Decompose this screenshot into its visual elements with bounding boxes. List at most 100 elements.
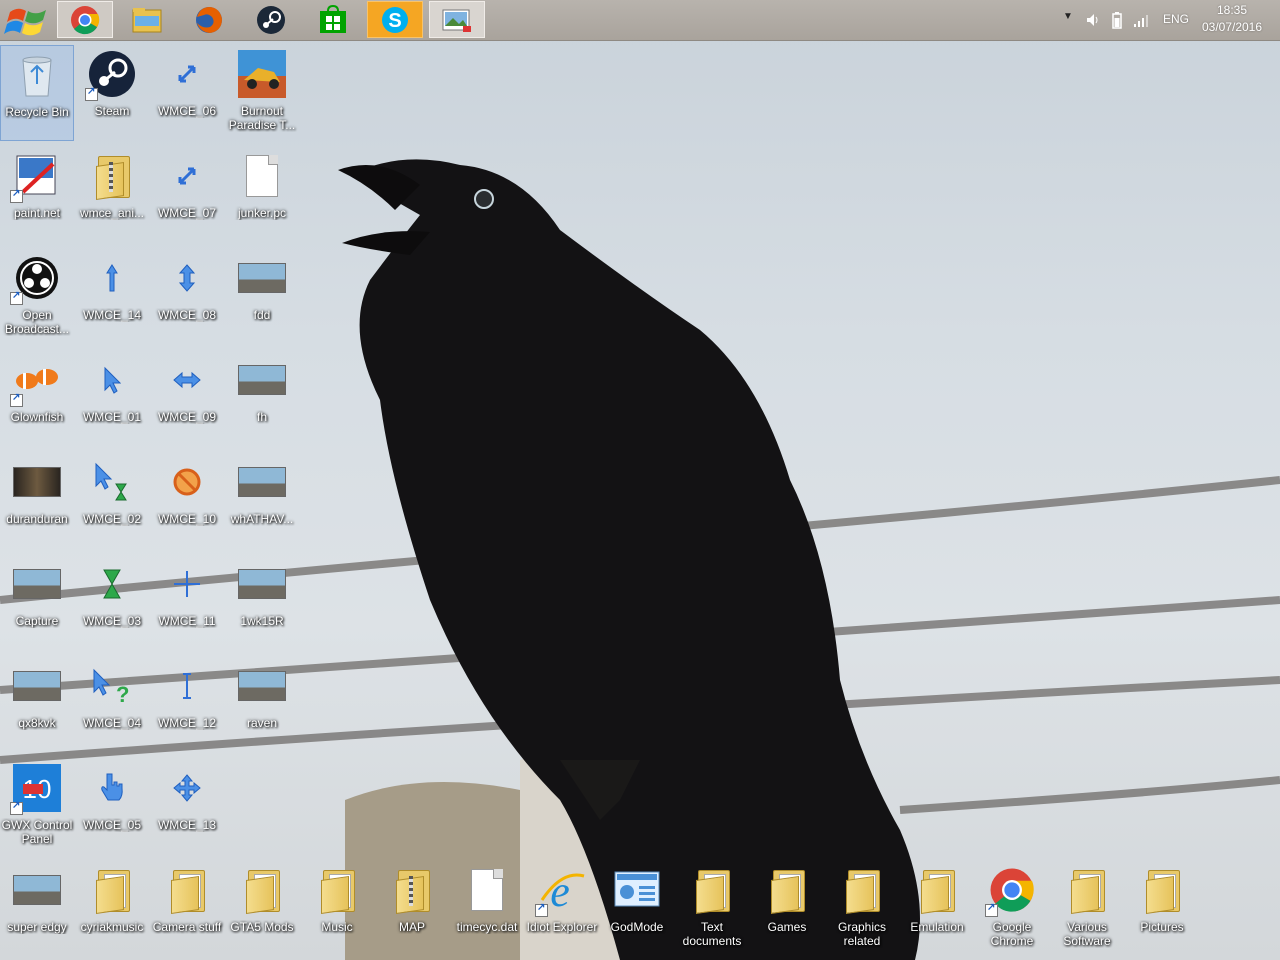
- desktop-icon-label: WMCE_09: [157, 410, 216, 424]
- desktop-icon-label: WMCE_04: [82, 716, 141, 730]
- desktop-icon-gta5-mods[interactable]: GTA5 Mods: [225, 861, 299, 957]
- desktop-icon-wmce-07[interactable]: WMCE_07: [150, 147, 224, 243]
- desktop-icon-wmce-12[interactable]: WMCE_12: [150, 657, 224, 753]
- taskbar-chrome-button[interactable]: [57, 1, 113, 38]
- desktop-icon-gwx-control-panel[interactable]: 10 GWX Control Panel: [0, 759, 74, 855]
- shortcut-arrow-icon: [985, 902, 998, 917]
- internet-explorer-icon: e: [535, 865, 587, 917]
- desktop-icon-wmce-05[interactable]: WMCE_05: [75, 759, 149, 855]
- desktop-icon-label: WMCE_02: [82, 512, 141, 526]
- desktop-icon-idiot-explorer[interactable]: e Idiot Explorer: [525, 861, 599, 957]
- desktop-icon-open-broadcast[interactable]: Open Broadcast...: [0, 249, 74, 345]
- desktop-icon-label: Emulation: [910, 920, 964, 934]
- desktop-icon-label: timecyc.dat: [456, 920, 518, 934]
- desktop-icon-wmce-09[interactable]: WMCE_09: [150, 351, 224, 447]
- desktop-icon-games[interactable]: Games: [750, 861, 824, 957]
- desktop-icon-fdd[interactable]: fdd: [225, 249, 299, 345]
- desktop-icon-text-documents[interactable]: Text documents: [675, 861, 749, 957]
- desktop-icon-wmce-03[interactable]: WMCE_03: [75, 555, 149, 651]
- folder-icon: [1137, 865, 1187, 915]
- chrome-icon: [71, 5, 100, 34]
- taskbar-store-button[interactable]: [305, 1, 361, 38]
- desktop-icon-google-chrome[interactable]: Google Chrome: [975, 861, 1049, 957]
- battery-icon[interactable]: [1109, 11, 1125, 29]
- arrow-cursor-icon: [87, 355, 137, 405]
- desktop-icon-label: Open Broadcast...: [4, 308, 70, 336]
- start-button[interactable]: [4, 2, 52, 38]
- desktop-icon-godmode[interactable]: GodMode: [600, 861, 674, 957]
- clock-time[interactable]: 18:35: [1206, 3, 1258, 17]
- desktop-icon-label: Steam: [94, 104, 130, 118]
- network-signal-icon[interactable]: [1133, 12, 1149, 28]
- desktop-icon-wmce-08[interactable]: WMCE_08: [150, 249, 224, 345]
- desktop-icon-label: Glownfish: [10, 410, 64, 424]
- folder-icon: [1062, 865, 1112, 915]
- desktop-icon-map[interactable]: MAP: [375, 861, 449, 957]
- desktop-icon-cyriakmusic[interactable]: cyriakmusic: [75, 861, 149, 957]
- desktop-icon-duranduran[interactable]: duranduran: [0, 453, 74, 549]
- desktop-icon-paint-net[interactable]: paint.net: [0, 147, 74, 243]
- desktop-icon-graphics-related[interactable]: Graphics related: [825, 861, 899, 957]
- desktop-icon-music[interactable]: Music: [300, 861, 374, 957]
- desktop-icon-camera-stuff[interactable]: Camera stuff: [150, 861, 224, 957]
- desktop-icon-timecyc-dat[interactable]: timecyc.dat: [450, 861, 524, 957]
- diagonal-resize-cursor-icon: [162, 151, 212, 201]
- desktop-icon-recycle-bin[interactable]: Recycle Bin: [0, 45, 74, 141]
- svg-text:e: e: [550, 867, 570, 914]
- desktop-icon-wmce-14[interactable]: WMCE_14: [75, 249, 149, 345]
- taskbar-photos-button[interactable]: [429, 1, 485, 38]
- tray-overflow-chevron-icon[interactable]: ▼: [1063, 11, 1073, 22]
- desktop-icon-wmce-01[interactable]: WMCE_01: [75, 351, 149, 447]
- desktop-icon-wmce-06[interactable]: WMCE_06: [150, 45, 224, 141]
- desktop-icon-label: WMCE_03: [82, 614, 141, 628]
- desktop-icon-label: super edgy: [7, 920, 67, 934]
- desktop-icon-label: Various Software: [1063, 920, 1111, 948]
- desktop-icon-qx8kvk[interactable]: qx8kvk: [0, 657, 74, 753]
- desktop-icon-label: Google Chrome: [990, 920, 1034, 948]
- paintnet-icon: [10, 151, 62, 203]
- file-explorer-icon: [132, 7, 162, 32]
- desktop-icon-label: Camera stuff: [152, 920, 222, 934]
- desktop-icon-wmce-10[interactable]: WMCE_10: [150, 453, 224, 549]
- horizontal-resize-cursor-icon: [162, 355, 212, 405]
- desktop-icon-capture[interactable]: Capture: [0, 555, 74, 651]
- desktop-icon-various-software[interactable]: Various Software: [1050, 861, 1124, 957]
- desktop-icon-wmce-02[interactable]: WMCE_02: [75, 453, 149, 549]
- taskbar-steam-button[interactable]: [243, 1, 299, 38]
- volume-icon[interactable]: [1085, 12, 1101, 28]
- desktop-icon-wmce-04[interactable]: ? WMCE_04: [75, 657, 149, 753]
- desktop-icon-steam[interactable]: Steam: [75, 45, 149, 141]
- desktop-icon-label: qx8kvk: [18, 716, 56, 730]
- desktop-icon-junker-pc[interactable]: junker.pc: [225, 147, 299, 243]
- desktop-icon-raven[interactable]: raven: [225, 657, 299, 753]
- shortcut-arrow-icon: [85, 86, 98, 101]
- desktop-icon-label: Games: [767, 920, 807, 934]
- desktop-icon-emulation[interactable]: Emulation: [900, 861, 974, 957]
- taskbar-firefox-button[interactable]: [181, 1, 237, 38]
- desktop-icon-burnout-paradise-t[interactable]: Burnout Paradise T...: [225, 45, 299, 141]
- desktop-icon-super-edgy[interactable]: super edgy: [0, 861, 74, 957]
- desktop-icon-label: WMCE_06: [157, 104, 216, 118]
- desktop-icon-pictures[interactable]: Pictures: [1125, 861, 1199, 957]
- svg-text:?: ?: [116, 682, 129, 704]
- language-indicator[interactable]: ENG: [1163, 12, 1189, 26]
- desktop-icon-label: WMCE_07: [157, 206, 216, 220]
- desktop-icon-wmce-ani[interactable]: wmce_ani...: [75, 147, 149, 243]
- desktop-icon-label: paint.net: [13, 206, 61, 220]
- folder-icon: [237, 865, 287, 915]
- taskbar-skype-button[interactable]: S: [367, 1, 423, 38]
- recycle-bin-icon: [12, 50, 62, 100]
- desktop-icon-label: Text documents: [682, 920, 742, 948]
- desktop-icon-whathav[interactable]: whATHAV...: [225, 453, 299, 549]
- store-icon: [320, 4, 346, 33]
- desktop-icon-wmce-11[interactable]: WMCE_11: [150, 555, 224, 651]
- taskbar-file-explorer-button[interactable]: [119, 1, 175, 38]
- clock-date[interactable]: 03/07/2016: [1198, 20, 1266, 34]
- desktop-icon-wmce-13[interactable]: WMCE_13: [150, 759, 224, 855]
- desktop-icon-1wk15r[interactable]: 1wk15R: [225, 555, 299, 651]
- image-thumbnail-icon: [237, 661, 287, 711]
- desktop-icon-fh[interactable]: fh: [225, 351, 299, 447]
- folder-icon: [87, 865, 137, 915]
- desktop-icon-glownfish[interactable]: Glownfish: [0, 351, 74, 447]
- vertical-resize-cursor-icon: [162, 253, 212, 303]
